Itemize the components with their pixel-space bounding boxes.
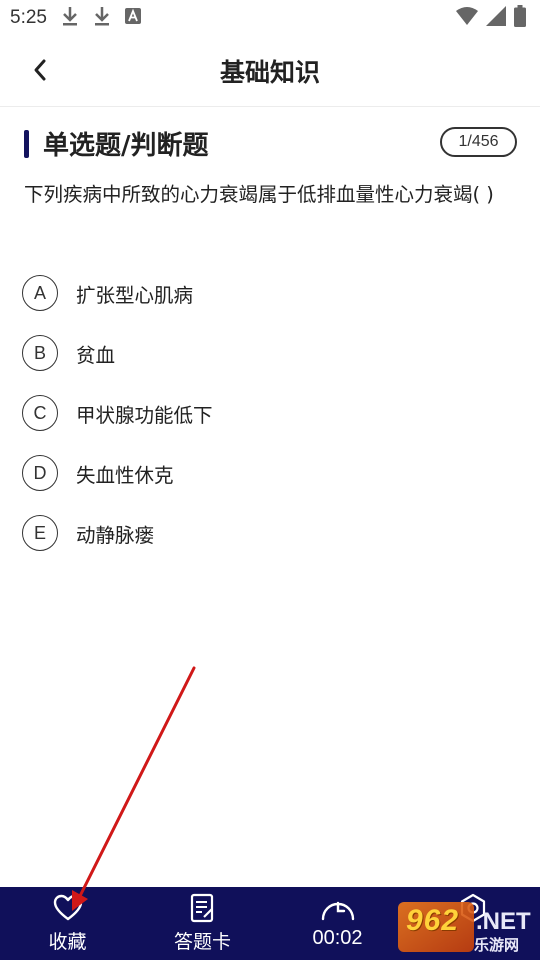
- status-left: 5:25: [10, 5, 141, 31]
- answer-card-label: 答题卡: [173, 931, 231, 953]
- watermark-logo: 962 .NET 乐游网: [398, 900, 534, 956]
- option-text-d: 失血性休克: [76, 463, 174, 487]
- option-key-d: D: [22, 455, 58, 491]
- question-text: 下列疾病中所致的心力衰竭属于低排血量性心力衰竭( ): [24, 183, 494, 206]
- watermark-net: .NET: [476, 908, 531, 935]
- option-key-b: B: [22, 335, 58, 371]
- option-a[interactable]: A 扩张型心肌病: [22, 263, 522, 323]
- option-text-c: 甲状腺功能低下: [76, 403, 213, 427]
- watermark-number: 962: [406, 904, 460, 937]
- favorite-label: 收藏: [48, 931, 87, 953]
- a-badge-icon: [124, 8, 141, 28]
- answer-card-button[interactable]: 答题卡: [135, 887, 270, 960]
- download-icon: [93, 5, 111, 31]
- page-title: 基础知识: [219, 58, 320, 87]
- battery-icon: [514, 5, 526, 31]
- section-accent-bar: [24, 130, 29, 158]
- download-icon: [61, 5, 79, 31]
- signal-icon: [486, 6, 506, 30]
- wifi-icon: [456, 7, 478, 29]
- section-title: 单选题/判断题: [43, 131, 209, 161]
- option-key-c: C: [22, 395, 58, 431]
- option-text-e: 动静脉瘘: [76, 523, 155, 547]
- timer-label: 00:02: [312, 927, 363, 949]
- timer-button[interactable]: 00:02: [270, 887, 405, 960]
- option-key-a: A: [22, 275, 58, 311]
- option-e[interactable]: E 动静脉瘘: [22, 503, 522, 563]
- option-c[interactable]: C 甲状腺功能低下: [22, 383, 522, 443]
- option-d[interactable]: D 失血性休克: [22, 443, 522, 503]
- section-header: 单选题/判断题 1/456: [0, 124, 540, 164]
- option-b[interactable]: B 贫血: [22, 323, 522, 383]
- status-time: 5:25: [10, 7, 47, 28]
- card-icon: [190, 891, 216, 925]
- clock-icon: [320, 891, 356, 925]
- question-counter: 1/456: [440, 127, 517, 157]
- status-bar: 5:25: [0, 0, 540, 36]
- favorite-button[interactable]: 收藏: [0, 887, 135, 960]
- option-list: A 扩张型心肌病 B 贫血 C 甲状腺功能低下 D 失血性休克 E 动静脉瘘: [22, 263, 522, 563]
- option-text-b: 贫血: [76, 343, 116, 367]
- app-bar: 基础知识: [0, 36, 540, 107]
- option-text-a: 扩张型心肌病: [76, 283, 194, 307]
- heart-icon: [53, 891, 83, 925]
- status-right: [456, 5, 526, 31]
- option-key-e: E: [22, 515, 58, 551]
- watermark-subtitle: 乐游网: [474, 936, 520, 954]
- annotation-arrow-shaft: [78, 666, 196, 898]
